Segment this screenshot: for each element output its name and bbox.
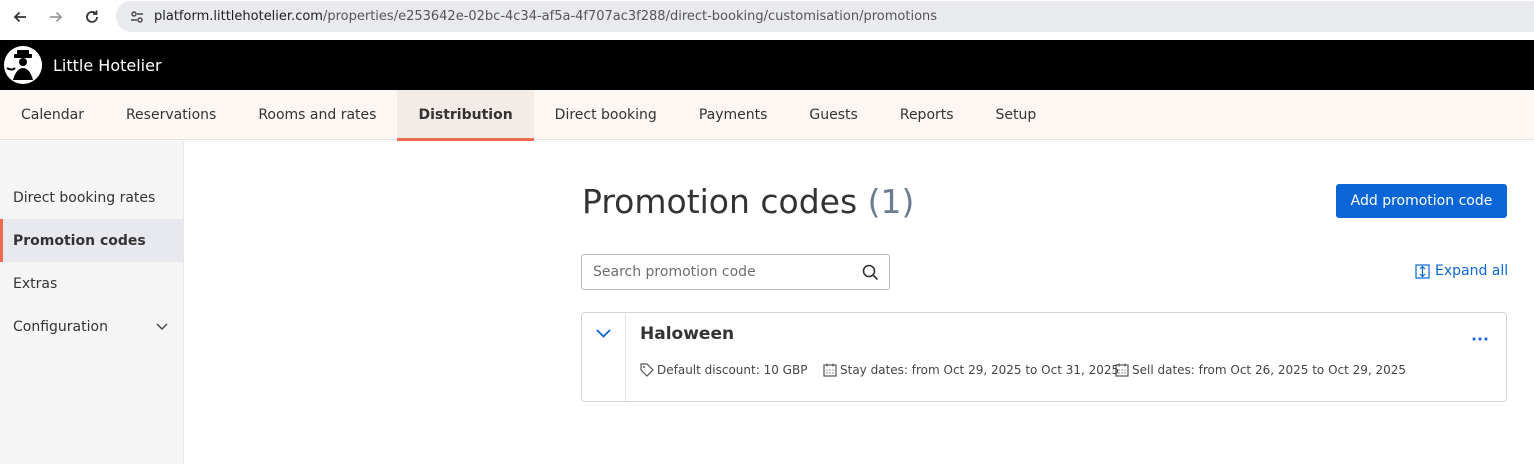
promotion-stay-dates-text: Stay dates: from Oct 29, 2025 to Oct 31,… — [840, 363, 1120, 377]
promotion-sell-dates-text: Sell dates: from Oct 26, 2025 to Oct 29,… — [1132, 363, 1407, 377]
promotion-expand-toggle[interactable] — [582, 313, 626, 401]
url-path: /properties/e253642e-02bc-4c34-af5a-4f70… — [322, 9, 938, 24]
tab-direct-booking[interactable]: Direct booking — [534, 90, 678, 140]
search-field — [581, 254, 890, 290]
tab-reports[interactable]: Reports — [879, 90, 975, 140]
back-arrow-icon — [13, 11, 26, 23]
address-bar[interactable]: platform.littlehotelier.com/properties/e… — [116, 1, 1534, 32]
tab-distribution[interactable]: Distribution — [397, 90, 534, 141]
chevron-down-icon — [596, 329, 611, 338]
search-icon[interactable] — [862, 264, 879, 281]
reload-icon — [86, 10, 98, 23]
promotion-name[interactable]: Haloween — [640, 324, 734, 344]
tab-rooms-and-rates[interactable]: Rooms and rates — [237, 90, 397, 140]
logo-icon[interactable] — [4, 46, 42, 84]
app-title: Little Hotelier — [53, 55, 162, 75]
expand-all-button[interactable]: Expand all — [1415, 263, 1508, 279]
tab-calendar[interactable]: Calendar — [0, 90, 105, 140]
add-promotion-code-button[interactable]: Add promotion code — [1336, 184, 1507, 218]
search-input[interactable] — [582, 255, 842, 289]
expand-all-label: Expand all — [1435, 263, 1509, 279]
back-button[interactable] — [2, 0, 38, 34]
promotion-sell-dates: Sell dates: from Oct 26, 2025 to Oct 29,… — [1115, 363, 1406, 377]
sidebar-item-label: Configuration — [13, 318, 108, 335]
tag-icon — [640, 363, 654, 377]
tab-payments[interactable]: Payments — [678, 90, 789, 140]
browser-toolbar: platform.littlehotelier.com/properties/e… — [0, 0, 1534, 34]
tab-reservations[interactable]: Reservations — [105, 90, 237, 140]
sidebar: Direct booking rates Promotion codes Ext… — [0, 141, 184, 464]
forward-button[interactable] — [38, 0, 74, 34]
more-icon[interactable] — [1472, 337, 1488, 341]
top-nav: Calendar Reservations Rooms and rates Di… — [0, 90, 1534, 141]
url-host: platform.littlehotelier.com — [154, 9, 323, 24]
site-settings-icon[interactable] — [120, 1, 154, 32]
reload-button[interactable] — [74, 0, 110, 34]
promotion-card: Haloween Default discount: 10 GBP Stay d… — [581, 312, 1507, 402]
page-title: Promotion codes (1) — [582, 182, 914, 221]
url-text: platform.littlehotelier.com/properties/e… — [154, 9, 937, 24]
sidebar-item-promotion-codes[interactable]: Promotion codes — [0, 219, 183, 262]
page-title-text: Promotion codes — [582, 182, 858, 221]
tab-setup[interactable]: Setup — [975, 90, 1058, 140]
calendar-icon — [823, 363, 837, 377]
chevron-down-icon — [156, 323, 168, 331]
sidebar-item-extras[interactable]: Extras — [0, 262, 183, 305]
promotion-discount: Default discount: 10 GBP — [640, 363, 807, 377]
promotion-discount-text: Default discount: 10 GBP — [657, 363, 808, 377]
app-header: Little Hotelier — [0, 40, 1534, 90]
promotion-stay-dates: Stay dates: from Oct 29, 2025 to Oct 31,… — [823, 363, 1119, 377]
sidebar-item-direct-booking-rates[interactable]: Direct booking rates — [0, 176, 183, 219]
page-title-count: (1) — [867, 182, 915, 221]
expand-icon — [1415, 263, 1430, 279]
sidebar-item-configuration[interactable]: Configuration — [0, 305, 183, 348]
forward-arrow-icon — [50, 11, 63, 23]
tab-guests[interactable]: Guests — [788, 90, 878, 140]
calendar-icon — [1115, 363, 1129, 377]
